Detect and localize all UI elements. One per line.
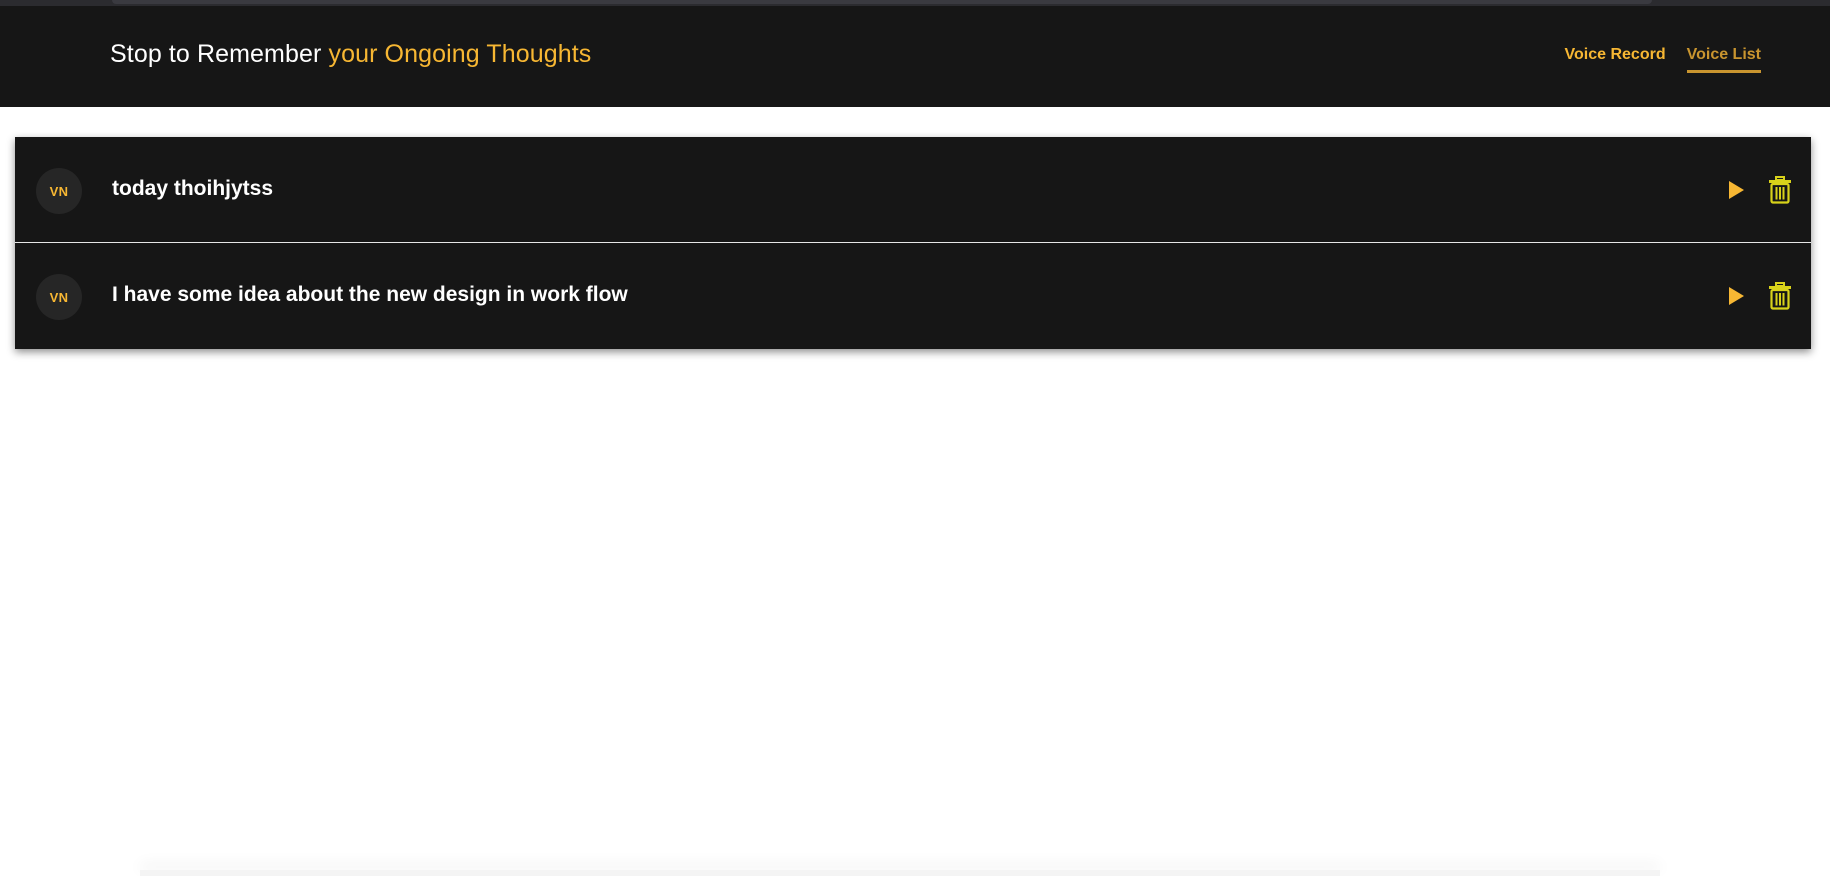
app-header: Stop to Remember your Ongoing Thoughts V… (0, 6, 1830, 107)
avatar: VN (36, 168, 82, 214)
note-title: today thoihjytss (112, 177, 274, 200)
play-icon[interactable] (1726, 286, 1746, 306)
play-icon[interactable] (1726, 180, 1746, 200)
nav-voice-list[interactable]: Voice List (1686, 46, 1761, 73)
top-strip-bar (112, 0, 1652, 4)
nav-voice-record[interactable]: Voice Record (1565, 46, 1666, 73)
avatar: VN (36, 274, 82, 320)
trash-icon[interactable] (1768, 176, 1792, 204)
list-item: VN today thoihjytss (15, 137, 1811, 243)
trash-icon[interactable] (1768, 282, 1792, 310)
bottom-panel-edge (140, 870, 1660, 876)
page-title: Stop to Remember your Ongoing Thoughts (110, 40, 591, 69)
note-title: I have some idea about the new design in… (112, 283, 628, 306)
title-main: Stop to Remember (110, 40, 322, 68)
voice-notes-list: VN today thoihjytss VN I have some idea … (15, 137, 1811, 349)
main-nav: Voice Record Voice List (1565, 46, 1761, 73)
list-item: VN I have some idea about the new design… (15, 243, 1811, 349)
title-accent: your Ongoing Thoughts (328, 40, 592, 68)
